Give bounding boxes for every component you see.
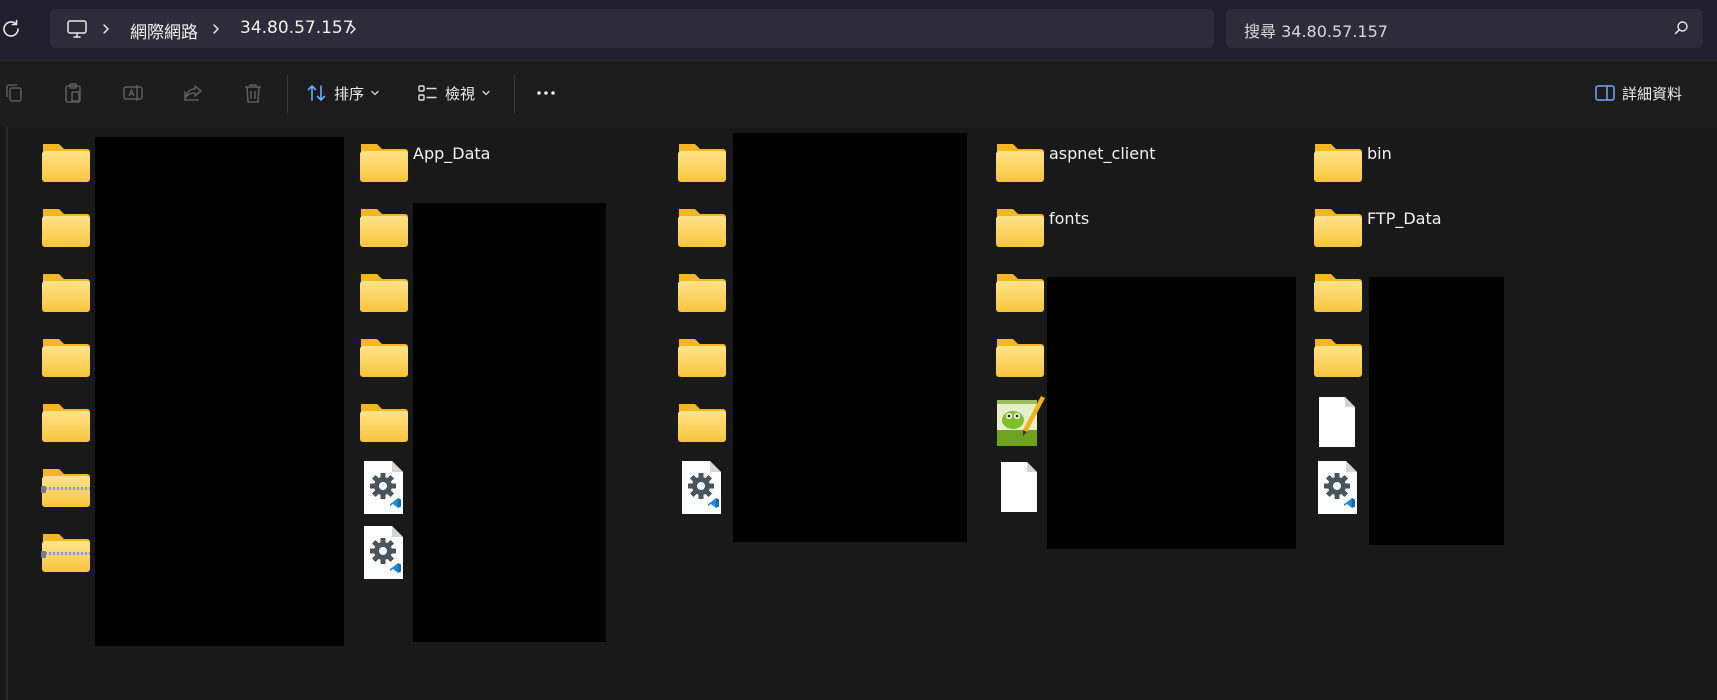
redaction-block <box>733 133 967 542</box>
item-label: FTP_Data <box>1367 209 1442 228</box>
breadcrumb-ip[interactable]: 34.80.57.157 <box>240 18 354 38</box>
chevron-down-icon <box>482 90 490 96</box>
copy-icon[interactable] <box>2 81 26 105</box>
chevron-right-icon[interactable] <box>100 23 112 35</box>
redaction-block <box>1369 277 1504 545</box>
folder-icon <box>35 262 95 322</box>
delete-icon[interactable] <box>241 81 265 105</box>
folder-icon <box>35 327 95 387</box>
paste-icon[interactable] <box>61 81 85 105</box>
folder-icon <box>353 392 413 452</box>
folder-item-ftp-data[interactable]: FTP_Data <box>1307 197 1607 261</box>
blank-file-icon <box>989 457 1049 517</box>
folder-icon <box>671 197 731 257</box>
folder-icon <box>35 197 95 257</box>
toolbar-divider <box>287 75 288 113</box>
folder-item-aspnet-client[interactable]: aspnet_client <box>989 132 1289 196</box>
redaction-block <box>1047 277 1296 549</box>
share-icon[interactable] <box>181 81 205 105</box>
config-file-icon <box>353 522 413 582</box>
details-label: 詳細資料 <box>1622 84 1683 103</box>
folder-item-bin[interactable]: bin <box>1307 132 1607 196</box>
redaction-block <box>95 137 344 646</box>
computer-icon[interactable] <box>66 18 88 40</box>
folder-icon <box>353 327 413 387</box>
view-button[interactable]: 檢視 <box>417 78 491 108</box>
sort-icon <box>307 85 326 101</box>
sort-button[interactable]: 排序 <box>306 78 380 108</box>
chevron-right-icon[interactable] <box>210 23 222 35</box>
folder-icon <box>989 197 1049 257</box>
view-label: 檢視 <box>445 84 476 103</box>
command-bar: 排序 檢視 詳細資料 <box>0 61 1717 127</box>
view-icon <box>418 85 437 101</box>
folder-icon <box>989 327 1049 387</box>
rename-icon[interactable] <box>121 81 145 105</box>
item-label: bin <box>1367 144 1392 163</box>
folder-icon <box>989 132 1049 192</box>
folder-icon <box>671 327 731 387</box>
item-label: fonts <box>1049 209 1090 228</box>
details-pane-icon <box>1595 85 1615 101</box>
notepadpp-file-icon <box>989 392 1049 452</box>
folder-icon <box>1307 262 1367 322</box>
config-file-icon <box>671 457 731 517</box>
sort-label: 排序 <box>334 84 365 103</box>
breadcrumb-network[interactable]: 網際網路 <box>130 18 198 43</box>
blank-file-icon <box>1307 392 1367 452</box>
item-label: App_Data <box>413 144 491 163</box>
toolbar-divider <box>514 75 515 113</box>
folder-icon <box>1307 132 1367 192</box>
zip-folder-icon <box>35 522 95 582</box>
search-input[interactable]: 搜尋 34.80.57.157 <box>1244 18 1388 42</box>
folder-item-fonts[interactable]: fonts <box>989 197 1289 261</box>
folder-icon <box>1307 327 1367 387</box>
details-pane-button[interactable]: 詳細資料 <box>1594 78 1682 108</box>
config-file-icon <box>353 457 413 517</box>
folder-icon <box>989 262 1049 322</box>
search-icon[interactable] <box>1673 20 1689 36</box>
config-file-icon <box>1307 457 1367 517</box>
title-bar: 網際網路 34.80.57.157 搜尋 34.80.57.157 <box>0 0 1717 60</box>
chevron-down-icon <box>371 90 379 96</box>
folder-icon <box>671 262 731 322</box>
folder-icon <box>671 132 731 192</box>
zip-folder-icon <box>35 457 95 517</box>
folder-icon <box>671 392 731 452</box>
more-options-icon[interactable] <box>534 81 558 105</box>
folder-icon <box>353 262 413 322</box>
folder-icon <box>35 132 95 192</box>
address-bar[interactable]: 網際網路 34.80.57.157 <box>50 9 1214 48</box>
folder-icon <box>353 132 413 192</box>
file-list: App_Data aspnet_client fonts bin FTP_Dat… <box>6 127 1717 700</box>
item-label: aspnet_client <box>1049 144 1156 163</box>
chevron-right-icon[interactable] <box>347 23 359 35</box>
folder-item-app-data[interactable]: App_Data <box>353 132 653 196</box>
refresh-icon[interactable] <box>0 17 24 41</box>
folder-icon <box>35 392 95 452</box>
search-box[interactable]: 搜尋 34.80.57.157 <box>1226 9 1703 48</box>
folder-icon <box>1307 197 1367 257</box>
folder-icon <box>353 197 413 257</box>
redaction-block <box>413 203 606 642</box>
